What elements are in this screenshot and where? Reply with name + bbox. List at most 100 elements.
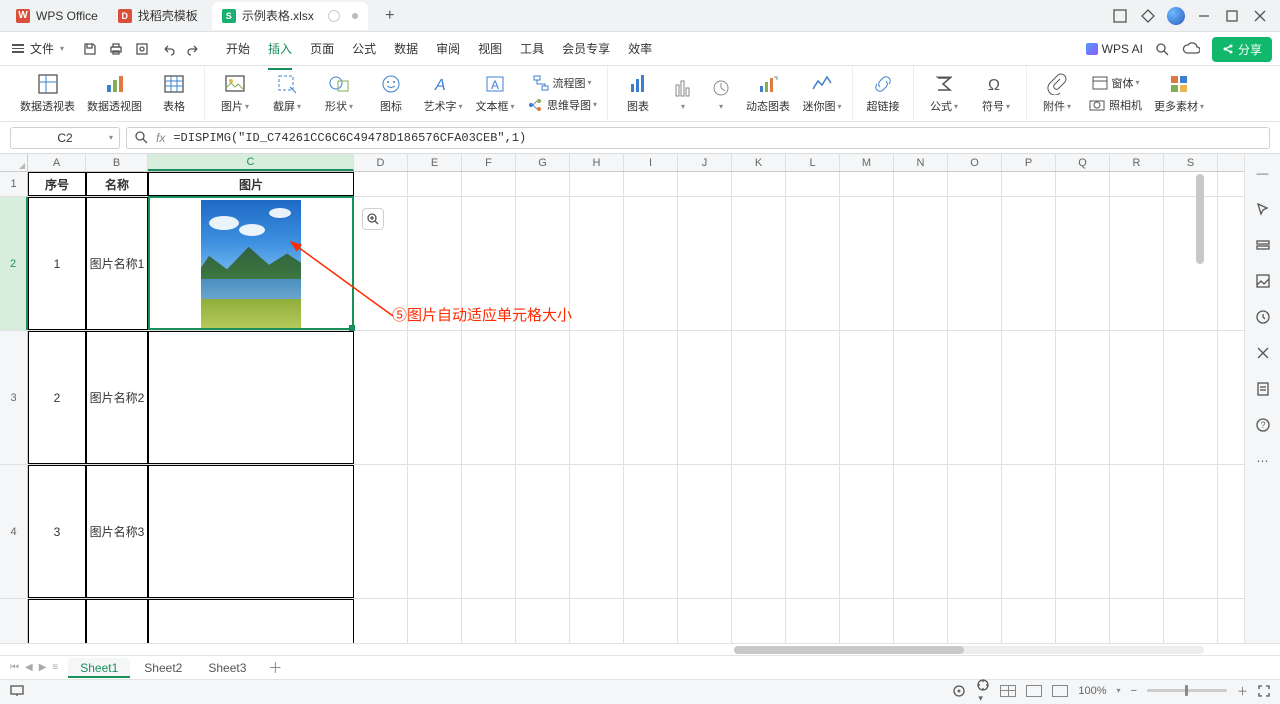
cell[interactable] xyxy=(732,172,786,196)
cell[interactable]: 图片名称1 xyxy=(86,197,148,330)
hyperlink-button[interactable]: 超链接 xyxy=(863,66,903,121)
grid-rows[interactable]: 1 序号 名称 图片 21图片名称132图片名称243图片名称3 ⑤图片自动适 xyxy=(0,172,1244,643)
menu-tab-1[interactable]: 插入 xyxy=(268,34,292,63)
column-header[interactable]: R xyxy=(1110,154,1164,171)
cell[interactable] xyxy=(570,599,624,643)
sheet-nav-next-icon[interactable]: ▶ xyxy=(39,662,47,673)
status-left-icon[interactable] xyxy=(10,685,24,697)
cell[interactable] xyxy=(1002,197,1056,330)
file-menu[interactable]: 文件 ▾ xyxy=(8,40,68,57)
menu-tab-0[interactable]: 开始 xyxy=(226,34,250,63)
picture-button[interactable]: 图片▾ xyxy=(215,66,255,121)
docer-panel-button[interactable] xyxy=(1254,380,1272,398)
pivot-chart-button[interactable]: 数据透视图 xyxy=(87,66,142,121)
column-header[interactable]: M xyxy=(840,154,894,171)
cell[interactable] xyxy=(462,172,516,196)
print-preview-button[interactable] xyxy=(134,41,150,57)
cell[interactable] xyxy=(148,331,354,464)
cell[interactable] xyxy=(786,172,840,196)
cell[interactable] xyxy=(1056,197,1110,330)
redo-button[interactable] xyxy=(186,41,202,57)
cell[interactable] xyxy=(678,465,732,598)
horizontal-scrollbar[interactable] xyxy=(0,643,1280,655)
zoom-slider[interactable] xyxy=(1147,689,1227,692)
wps-ai-button[interactable]: WPS AI xyxy=(1086,42,1143,56)
cell[interactable] xyxy=(678,172,732,196)
zoom-out-button[interactable]: − xyxy=(1131,685,1137,697)
column-header[interactable]: K xyxy=(732,154,786,171)
cell[interactable] xyxy=(786,197,840,330)
cell[interactable] xyxy=(354,331,408,464)
properties-panel-button[interactable] xyxy=(1254,272,1272,290)
cell[interactable] xyxy=(1110,331,1164,464)
cell[interactable]: 2 xyxy=(28,331,86,464)
cell[interactable] xyxy=(948,331,1002,464)
cell[interactable] xyxy=(894,599,948,643)
menu-collapse-button[interactable]: — xyxy=(1254,164,1272,182)
column-header[interactable]: F xyxy=(462,154,516,171)
cell[interactable] xyxy=(678,599,732,643)
cell[interactable] xyxy=(732,197,786,330)
column-header[interactable]: O xyxy=(948,154,1002,171)
cell[interactable] xyxy=(1002,599,1056,643)
column-header[interactable]: J xyxy=(678,154,732,171)
cell[interactable] xyxy=(148,599,354,643)
cell[interactable] xyxy=(570,465,624,598)
cell[interactable] xyxy=(894,465,948,598)
document-tab[interactable]: S 示例表格.xlsx xyxy=(212,2,368,30)
cell[interactable] xyxy=(148,197,354,330)
row-header[interactable]: 4 xyxy=(0,465,28,598)
sheet-nav-prev-icon[interactable]: ◀ xyxy=(25,662,33,673)
add-sheet-button[interactable]: ＋ xyxy=(268,658,282,678)
cell[interactable] xyxy=(624,197,678,330)
apps-button[interactable] xyxy=(1134,2,1162,30)
cell[interactable]: 名称 xyxy=(86,172,148,196)
zoom-image-button[interactable] xyxy=(362,208,384,230)
menu-tab-5[interactable]: 审阅 xyxy=(436,34,460,63)
fullscreen-button[interactable] xyxy=(1258,685,1270,697)
dynamic-chart-button[interactable]: 动态图表 xyxy=(746,66,790,121)
sparkline-button[interactable]: 迷你图▾ xyxy=(802,66,842,121)
sheet-nav-first-icon[interactable]: ⏮ xyxy=(10,662,19,673)
column-header[interactable]: L xyxy=(786,154,840,171)
cell[interactable] xyxy=(840,172,894,196)
cell[interactable] xyxy=(354,599,408,643)
normal-view-button[interactable] xyxy=(1000,685,1016,697)
sheet-tab[interactable]: Sheet3 xyxy=(196,658,258,678)
cell-reference-box[interactable]: C2 ▾ xyxy=(10,127,120,149)
cell[interactable] xyxy=(570,197,624,330)
menu-tab-7[interactable]: 工具 xyxy=(520,34,544,63)
screenshot-button[interactable]: 截屏▾ xyxy=(267,66,307,121)
hscroll-thumb[interactable] xyxy=(734,646,964,654)
minimize-button[interactable] xyxy=(1190,2,1218,30)
cell[interactable]: 3 xyxy=(28,465,86,598)
cell[interactable] xyxy=(1056,599,1110,643)
sheet-nav[interactable]: ⏮ ◀ ▶ ≡ xyxy=(10,662,58,673)
pivot-table-button[interactable]: 数据透视表 xyxy=(20,66,75,121)
column-header[interactable]: G xyxy=(516,154,570,171)
zoom-in-button[interactable]: ＋ xyxy=(1237,683,1248,699)
zoom-value[interactable]: 100% xyxy=(1078,685,1106,697)
cell[interactable] xyxy=(624,331,678,464)
mindmap-button[interactable]: 思维导图▾ xyxy=(527,97,597,113)
template-tab[interactable]: D 找稻壳模板 xyxy=(108,2,208,30)
row-header[interactable] xyxy=(0,599,28,643)
cell[interactable] xyxy=(786,599,840,643)
menu-tab-4[interactable]: 数据 xyxy=(394,34,418,63)
cell[interactable] xyxy=(1164,197,1218,330)
cell[interactable] xyxy=(624,172,678,196)
search-icon[interactable] xyxy=(135,131,148,144)
row-header[interactable]: 2 xyxy=(0,197,28,330)
camera-button[interactable]: 照相机 xyxy=(1089,97,1142,113)
cell[interactable]: 序号 xyxy=(28,172,86,196)
attachment-button[interactable]: 附件▾ xyxy=(1037,66,1077,121)
formula-input[interactable]: fx =DISPIMG("ID_C74261CC6C6C49478D186576… xyxy=(126,127,1270,149)
cell[interactable] xyxy=(624,599,678,643)
chart-button[interactable]: 图表 xyxy=(618,66,658,121)
focus-mode-button[interactable]: ▾ xyxy=(976,678,990,704)
menu-tab-9[interactable]: 效率 xyxy=(628,34,652,63)
cell[interactable] xyxy=(732,599,786,643)
cell[interactable] xyxy=(678,197,732,330)
search-button[interactable] xyxy=(1155,42,1170,57)
cell[interactable]: 图片名称2 xyxy=(86,331,148,464)
